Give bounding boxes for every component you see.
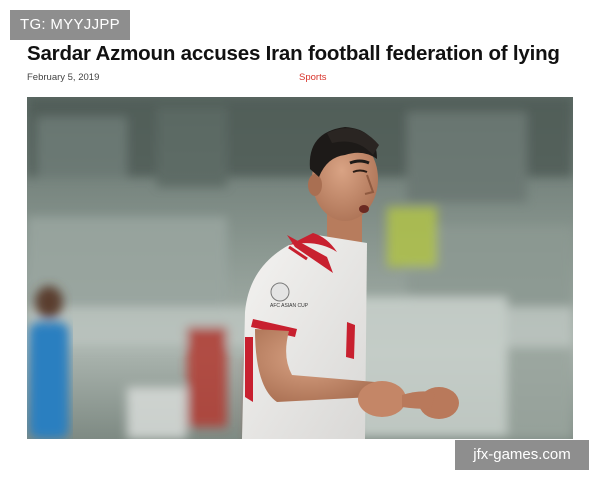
article-title: Sardar Azmoun accuses Iran football fede…: [27, 42, 560, 65]
category-link[interactable]: Sports: [299, 72, 326, 83]
tag-badge: TG: MYYJJPP: [10, 10, 130, 40]
article-date: February 5, 2019: [27, 72, 100, 83]
watermark: jfx-games.com: [455, 440, 589, 470]
football-player-photo: AFC ASIAN CUP: [27, 97, 573, 439]
article-photo: AFC ASIAN CUP: [27, 97, 573, 439]
afc-badge-text: AFC ASIAN CUP: [270, 303, 309, 309]
